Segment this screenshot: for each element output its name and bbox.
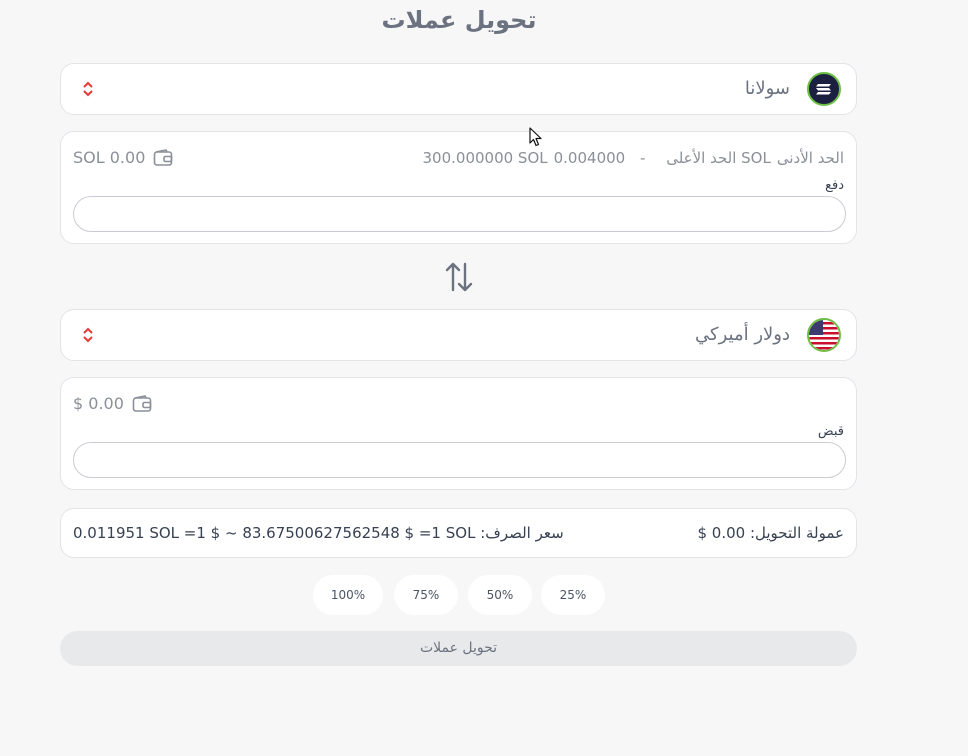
percent-50-button[interactable]: 50% bbox=[468, 575, 532, 615]
receive-amount-card: $ 0.00 قبض bbox=[60, 377, 857, 490]
to-balance: $ 0.00 bbox=[73, 394, 152, 413]
from-currency-name: سولانا bbox=[744, 78, 790, 99]
percent-25-button[interactable]: 25% bbox=[541, 575, 605, 615]
min-value: 0.004000 SOL bbox=[553, 149, 771, 167]
max-label: الحد الأعلى bbox=[666, 149, 737, 167]
conversion-fee: عمولة التحويل: 0.00 $ bbox=[697, 524, 844, 542]
to-currency-select[interactable]: دولار أميركي bbox=[60, 309, 857, 361]
chevron-updown-icon bbox=[83, 81, 93, 97]
convert-button[interactable]: تحويل عملات bbox=[60, 631, 857, 666]
wallet-icon bbox=[132, 394, 152, 412]
to-currency-name: دولار أميركي bbox=[695, 324, 790, 345]
pay-amount-input[interactable] bbox=[73, 196, 846, 232]
exchange-rate: 0.011951 SOL =1 $ ~ 83.67500627562548 $ … bbox=[73, 524, 564, 542]
pay-amount-card: 300.000000 SOL الحد الأعلى - 0.004000 SOL… bbox=[60, 131, 857, 244]
percent-100-button[interactable]: 100% bbox=[313, 575, 383, 615]
us-flag-icon bbox=[807, 318, 841, 352]
page-title: تحويل عملات bbox=[381, 6, 537, 34]
min-label: الحد الأدنى bbox=[776, 149, 844, 167]
from-balance-value: SOL 0.00 bbox=[73, 148, 146, 167]
receive-label: قبض bbox=[817, 424, 844, 439]
mouse-cursor-icon bbox=[529, 127, 542, 147]
to-balance-value: $ 0.00 bbox=[73, 394, 124, 413]
from-balance: SOL 0.00 bbox=[73, 148, 173, 167]
limit-separator: - bbox=[639, 149, 646, 167]
percent-75-button[interactable]: 75% bbox=[394, 575, 458, 615]
limits-text: 300.000000 SOL الحد الأعلى - 0.004000 SOL… bbox=[417, 149, 845, 167]
receive-amount-input[interactable] bbox=[73, 442, 846, 478]
max-value: 300.000000 SOL bbox=[422, 149, 548, 167]
wallet-icon bbox=[154, 148, 173, 166]
chevron-updown-icon bbox=[83, 327, 93, 343]
conversion-info-card: عمولة التحويل: 0.00 $ 0.011951 SOL =1 $ … bbox=[60, 508, 857, 558]
pay-label: دفع bbox=[825, 178, 844, 193]
swap-arrows-icon[interactable] bbox=[444, 260, 474, 294]
solana-icon bbox=[807, 72, 841, 106]
from-currency-select[interactable]: سولانا bbox=[60, 63, 857, 115]
